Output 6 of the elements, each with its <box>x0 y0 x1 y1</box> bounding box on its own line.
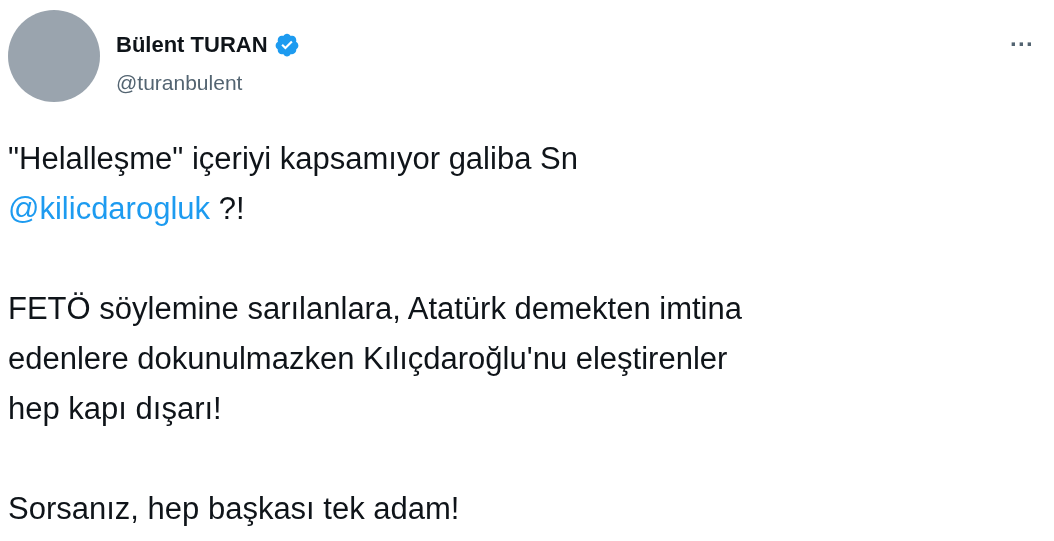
tweet-paragraph: "Helalleşme" içeriyi kapsamıyor galiba Sn @kilicdarogluk ?! <box>8 140 579 228</box>
tweet-paragraph: FETÖ söylemine sarılanlara, Atatürk demekten imtina edenlere dokunulmazken Kılıçdaroğlu'nu eleştirenler hep kapı dışarı! <box>8 290 743 428</box>
more-options-button[interactable]: ··· <box>1010 32 1034 56</box>
author-handle[interactable]: @turanbulent <box>116 67 300 99</box>
tweet-paragraph: Sorsanız, hep başkası tek adam! <box>8 490 461 528</box>
author-name[interactable]: Bülent TURAN <box>116 28 268 61</box>
